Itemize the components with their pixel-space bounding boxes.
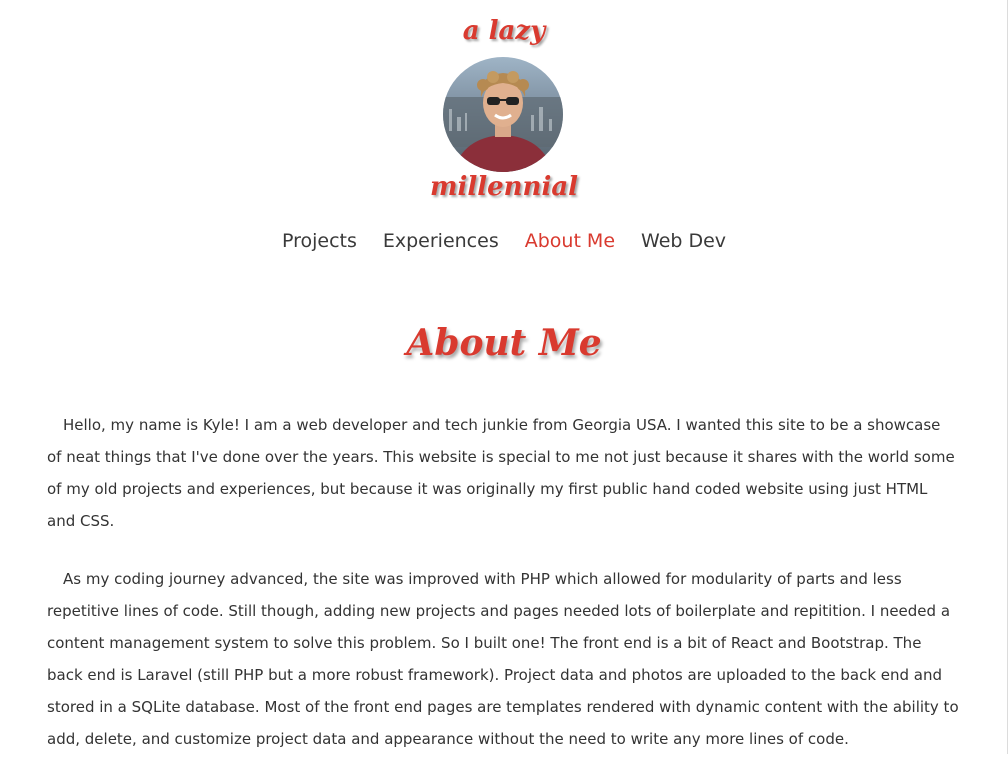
brand-title-bottom[interactable]: millennial [0, 172, 1008, 202]
profile-photo-icon [443, 57, 563, 172]
nav-item-projects[interactable]: Projects [282, 230, 357, 252]
main-nav: Projects Experiences About Me Web Dev [0, 230, 1008, 252]
nav-item-experiences[interactable]: Experiences [383, 230, 499, 252]
avatar[interactable] [443, 57, 563, 172]
brand-title-top[interactable]: a lazy [0, 16, 1008, 46]
about-content: Hello, my name is Kyle! I am a web devel… [47, 409, 959, 781]
about-paragraph-2: As my coding journey advanced, the site … [47, 570, 959, 748]
nav-item-about-me[interactable]: About Me [525, 230, 615, 252]
page-title: About Me [406, 322, 602, 364]
about-paragraph-1: Hello, my name is Kyle! I am a web devel… [47, 416, 955, 530]
nav-item-web-dev[interactable]: Web Dev [641, 230, 726, 252]
